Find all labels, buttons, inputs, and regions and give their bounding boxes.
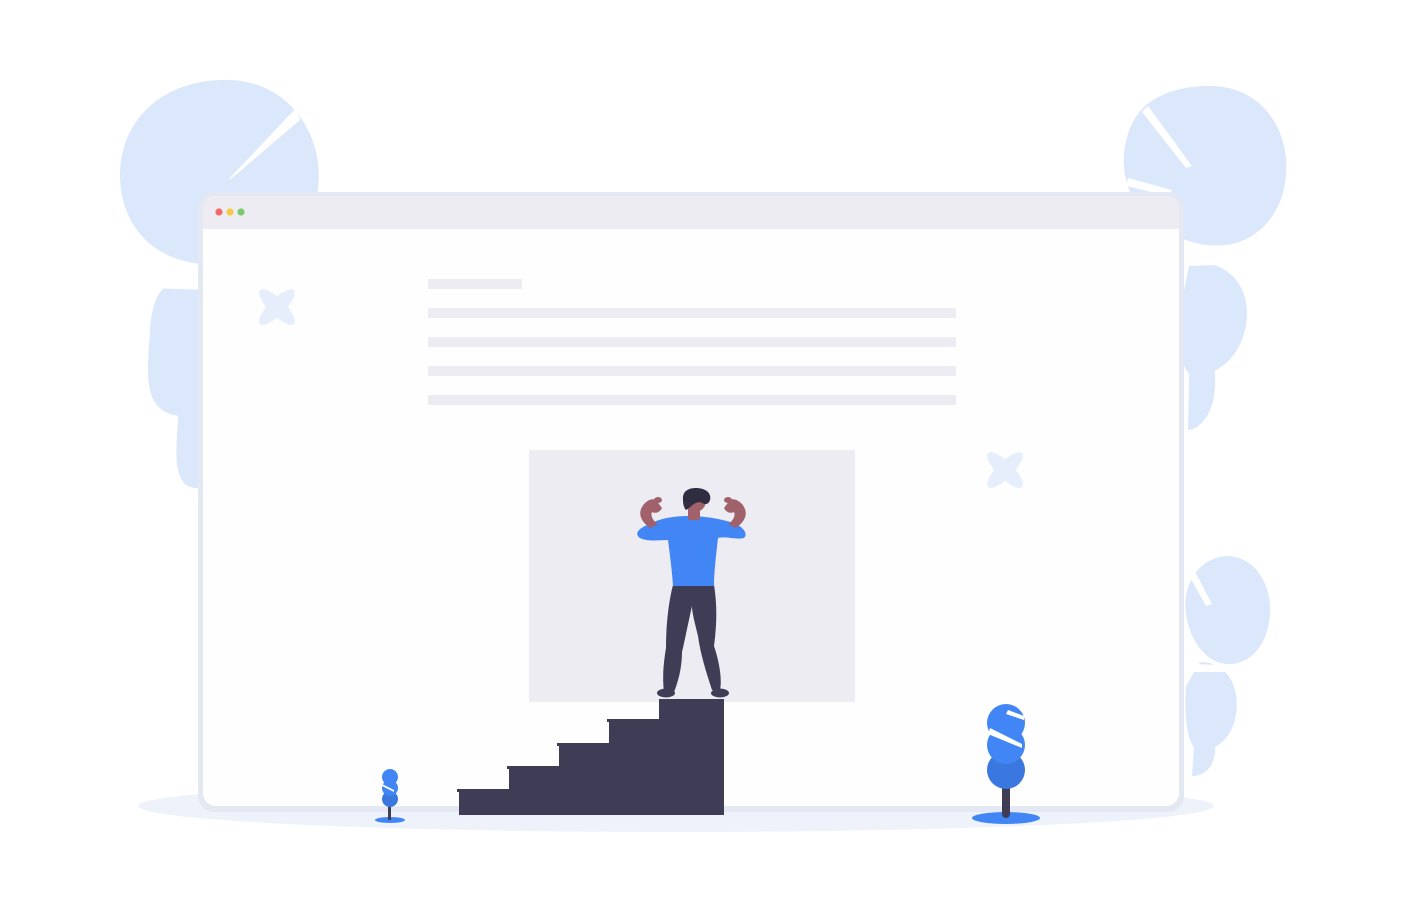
browser-titlebar <box>203 196 1179 229</box>
text-line-placeholder <box>428 308 956 318</box>
window-minimize-dot <box>226 208 234 216</box>
window-close-dot <box>215 208 223 216</box>
heading-placeholder <box>428 279 522 289</box>
window-maximize-dot <box>237 208 245 216</box>
text-line-placeholder <box>428 337 956 347</box>
success-illustration <box>120 79 1287 832</box>
text-line-placeholder <box>428 366 956 376</box>
text-line-placeholder <box>428 395 956 405</box>
